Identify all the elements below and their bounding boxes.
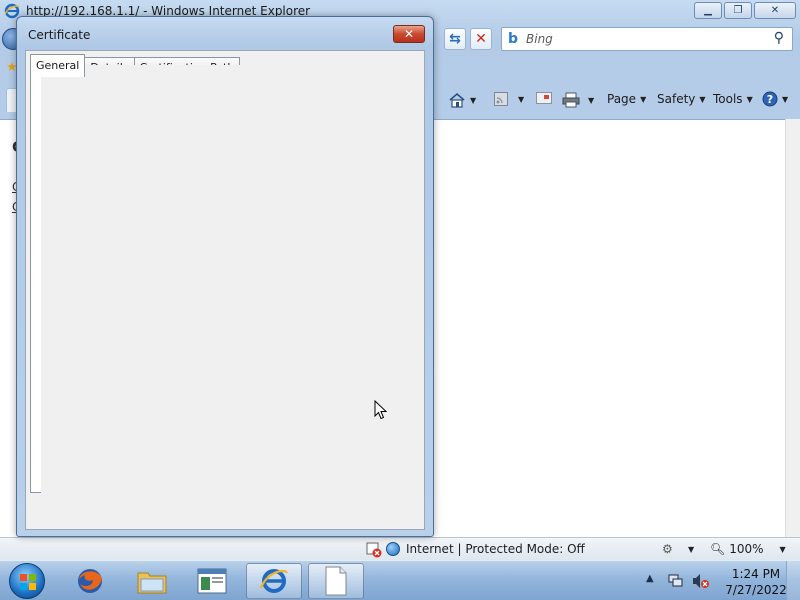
minimize-icon: ▁	[704, 5, 712, 16]
search-placeholder: Bing	[526, 32, 553, 46]
document-icon	[325, 566, 347, 596]
windows-start-icon	[9, 563, 45, 599]
firefox-icon	[78, 569, 102, 593]
close-icon: ✕	[403, 27, 415, 41]
search-icon[interactable]: ⚲	[774, 30, 784, 46]
chevron-down-icon: ▼	[699, 94, 706, 104]
chevron-down-icon: ▼	[518, 94, 525, 104]
home-icon	[449, 92, 465, 108]
folder-icon	[137, 572, 167, 594]
read-mail-button[interactable]	[536, 92, 552, 104]
application-window-icon	[197, 568, 227, 594]
dialog-title: Certificate	[28, 28, 91, 42]
chevron-down-icon: ▼	[470, 95, 477, 105]
refresh-icon: ⇆	[449, 31, 461, 47]
network-icon[interactable]	[668, 573, 684, 589]
home-button[interactable]: ▼	[448, 92, 476, 108]
taskbar-blank-document[interactable]	[308, 563, 364, 599]
volume-muted-icon[interactable]	[692, 573, 710, 589]
taskbar-app-window[interactable]	[184, 563, 240, 599]
search-input[interactable]: b Bing ⚲	[501, 27, 793, 51]
clock[interactable]: 1:24 PM 7/27/2022	[718, 566, 794, 598]
safety-menu-label: Safety	[657, 92, 696, 106]
close-icon: ✕	[770, 5, 780, 16]
print-button[interactable]: ▼	[562, 92, 594, 108]
tools-menu-label: Tools	[713, 92, 743, 106]
chevron-down-icon: ▼	[746, 94, 753, 104]
internet-explorer-icon	[259, 569, 289, 593]
clock-date: 7/27/2022	[725, 583, 787, 597]
zoom-icon: 🔍︎	[710, 542, 726, 556]
chevron-down-icon: ▼	[588, 95, 595, 105]
unrendered-region	[41, 65, 423, 506]
globe-icon	[386, 542, 400, 556]
taskbar-internet-explorer[interactable]	[246, 563, 302, 599]
help-button[interactable]: ? ▼	[762, 91, 788, 107]
chevron-down-icon: ▼	[640, 94, 647, 104]
page-menu-label: Page	[607, 92, 637, 106]
page-menu[interactable]: Page ▼	[607, 92, 646, 106]
certificate-dialog: Certificate ✕ General Details Certificat…	[16, 16, 434, 537]
mouse-cursor-icon	[374, 400, 388, 420]
feeds-button[interactable]: ▼	[494, 92, 524, 106]
window-controls: ▁ ❐ ✕	[694, 2, 796, 19]
tab-general[interactable]: General	[30, 54, 86, 77]
system-tray: ▲ 1:24 PM 7/27/2022	[640, 561, 800, 600]
zone-status-text: Internet | Protected Mode: Off	[406, 542, 585, 556]
dialog-close-button[interactable]: ✕	[393, 25, 425, 43]
safety-menu[interactable]: Safety ▼	[657, 92, 706, 106]
zoom-control[interactable]: 🔍︎ 100% ▼	[710, 542, 786, 556]
taskbar: ▲ 1:24 PM 7/27/2022	[0, 560, 800, 600]
refresh-button[interactable]: ⇆	[444, 28, 466, 50]
stop-icon: ✕	[475, 31, 487, 47]
taskbar-windows-explorer[interactable]	[124, 563, 180, 599]
popup-settings-icon[interactable]: ⚙	[662, 542, 673, 556]
security-zone[interactable]: Internet | Protected Mode: Off	[366, 542, 585, 558]
zoom-level: 100%	[729, 542, 764, 556]
start-button[interactable]	[4, 562, 50, 600]
svg-text:?: ?	[767, 93, 773, 106]
restore-button[interactable]: ❐	[724, 2, 752, 19]
show-desktop-button[interactable]	[786, 561, 800, 600]
restore-icon: ❐	[733, 5, 743, 16]
printer-icon	[562, 92, 580, 108]
show-hidden-icons-icon[interactable]: ▲	[646, 573, 654, 584]
stop-button[interactable]: ✕	[470, 28, 492, 50]
chevron-down-icon[interactable]: ▼	[688, 545, 694, 554]
clock-time: 1:24 PM	[731, 567, 781, 581]
rss-icon	[494, 92, 508, 106]
taskbar-firefox[interactable]	[62, 563, 118, 599]
close-window-button[interactable]: ✕	[754, 2, 796, 19]
status-bar: Internet | Protected Mode: Off ⚙ ▼ 🔍︎ 10…	[0, 537, 800, 560]
bing-icon: b	[508, 31, 519, 47]
mail-icon	[536, 92, 552, 104]
tools-menu[interactable]: Tools ▼	[713, 92, 753, 106]
chevron-down-icon: ▼	[779, 544, 786, 554]
blocked-content-icon[interactable]	[366, 542, 382, 558]
chevron-down-icon: ▼	[782, 94, 789, 104]
help-icon: ?	[762, 91, 778, 107]
minimize-button[interactable]: ▁	[694, 2, 722, 19]
vertical-scrollbar[interactable]	[785, 119, 800, 537]
